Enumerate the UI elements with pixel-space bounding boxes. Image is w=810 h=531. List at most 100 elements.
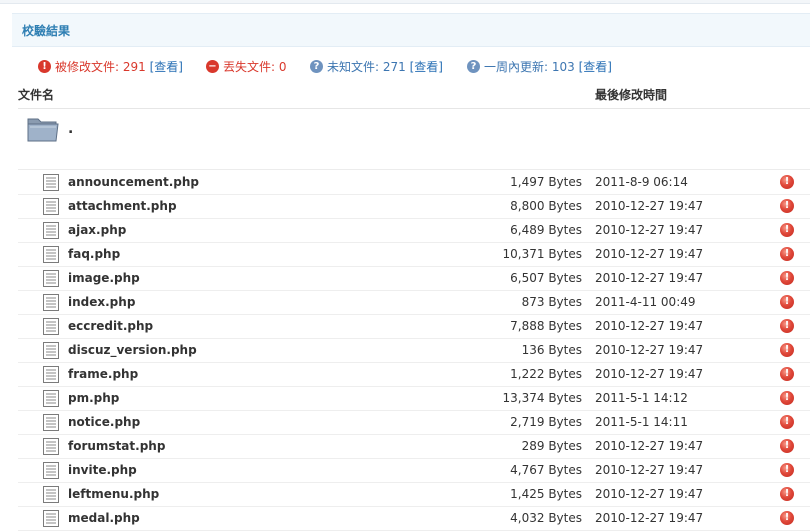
file-row[interactable]: index.php 873 Bytes 2011-4-11 00:49!: [18, 291, 810, 315]
file-size: 4,767 Bytes: [510, 463, 582, 477]
file-size: 8,800 Bytes: [510, 199, 582, 213]
help-icon: ?: [467, 60, 480, 73]
file-row[interactable]: eccredit.php 7,888 Bytes 2010-12-27 19:47!: [18, 315, 810, 339]
alert-circle-icon: !: [780, 487, 794, 501]
file-name: leftmenu.php: [68, 487, 160, 501]
file-modified-time: 2010-12-27 19:47: [595, 271, 704, 285]
alert-circle-icon: !: [780, 439, 794, 453]
alert-circle-icon: !: [780, 247, 794, 261]
folder-icon: [27, 118, 59, 142]
file-size: 6,507 Bytes: [510, 271, 582, 285]
file-row[interactable]: pm.php 13,374 Bytes 2011-5-1 14:12!: [18, 387, 810, 411]
document-icon: [43, 366, 59, 383]
alert-circle-icon: !: [780, 199, 794, 213]
panel-title: 校驗結果: [22, 24, 71, 38]
file-modified-time: 2011-4-11 00:49: [595, 295, 696, 309]
document-icon: [43, 486, 59, 503]
file-row[interactable]: frame.php 1,222 Bytes 2010-12-27 19:47!: [18, 363, 810, 387]
alert-circle-icon: !: [780, 415, 794, 429]
help-icon: ?: [310, 60, 323, 73]
file-size: 136 Bytes: [521, 343, 582, 357]
alert-circle-icon: !: [780, 343, 794, 357]
file-modified-time: 2011-5-1 14:12: [595, 391, 688, 405]
file-row[interactable]: medal.php 4,032 Bytes 2010-12-27 19:47!: [18, 507, 810, 531]
document-icon: [43, 414, 59, 431]
file-name: frame.php: [68, 367, 139, 381]
file-row[interactable]: attachment.php 8,800 Bytes 2010-12-27 19:4…: [18, 195, 810, 219]
document-icon: [43, 390, 59, 407]
file-modified-time: 2011-8-9 06:14: [595, 175, 688, 189]
file-modified-time: 2010-12-27 19:47: [595, 511, 704, 525]
file-row[interactable]: discuz_version.php 136 Bytes 2010-12-27 19…: [18, 339, 810, 363]
file-modified-time: 2010-12-27 19:47: [595, 247, 704, 261]
file-name: attachment.php: [68, 199, 177, 213]
file-row[interactable]: forumstat.php 289 Bytes 2010-12-27 19:47!: [18, 435, 810, 459]
file-modified-time: 2010-12-27 19:47: [595, 367, 704, 381]
file-name: eccredit.php: [68, 319, 154, 333]
folder-row[interactable]: .: [18, 109, 810, 170]
file-size: 6,489 Bytes: [510, 223, 582, 237]
document-icon: [43, 510, 59, 527]
unknown-files-count: 未知文件: 271: [327, 60, 406, 74]
file-modified-time: 2010-12-27 19:47: [595, 319, 704, 333]
file-name: medal.php: [68, 511, 140, 525]
alert-circle-icon: !: [780, 463, 794, 477]
file-row[interactable]: image.php 6,507 Bytes 2010-12-27 19:47!: [18, 267, 810, 291]
file-row[interactable]: ajax.php 6,489 Bytes 2010-12-27 19:47!: [18, 219, 810, 243]
file-name: pm.php: [68, 391, 120, 405]
file-modified-time: 2010-12-27 19:47: [595, 199, 704, 213]
table-header: 文件名 最後修改時間: [18, 86, 810, 109]
view-weekly-link[interactable]: [查看]: [579, 60, 612, 74]
alert-icon: !: [38, 60, 51, 73]
file-row[interactable]: notice.php 2,719 Bytes 2011-5-1 14:11!: [18, 411, 810, 435]
folder-name: .: [68, 121, 74, 137]
document-icon: [43, 318, 59, 335]
document-icon: [43, 246, 59, 263]
file-modified-time: 2010-12-27 19:47: [595, 343, 704, 357]
alert-circle-icon: !: [780, 223, 794, 237]
file-size: 1,425 Bytes: [510, 487, 582, 501]
file-name: image.php: [68, 271, 140, 285]
file-row[interactable]: leftmenu.php 1,425 Bytes 2010-12-27 19:47!: [18, 483, 810, 507]
file-modified-time: 2011-5-1 14:11: [595, 415, 688, 429]
document-icon: [43, 438, 59, 455]
file-modified-time: 2010-12-27 19:47: [595, 463, 704, 477]
file-name: announcement.php: [68, 175, 199, 189]
file-modified-time: 2010-12-27 19:47: [595, 439, 704, 453]
file-list: announcement.php 1,497 Bytes 2011-8-9 06:1…: [18, 171, 810, 531]
file-name: index.php: [68, 295, 136, 309]
file-size: 13,374 Bytes: [502, 391, 582, 405]
file-modified-time: 2010-12-27 19:47: [595, 487, 704, 501]
top-border: [0, 0, 810, 4]
file-size: 4,032 Bytes: [510, 511, 582, 525]
column-header-modified-time: 最後修改時間: [595, 88, 668, 102]
weekly-updates-count: 一周內更新: 103: [484, 60, 575, 74]
document-icon: [43, 294, 59, 311]
document-icon: [43, 270, 59, 287]
file-size: 289 Bytes: [521, 439, 582, 453]
file-row[interactable]: announcement.php 1,497 Bytes 2011-8-9 06:1…: [18, 171, 810, 195]
alert-circle-icon: !: [780, 367, 794, 381]
missing-files-count: 丟失文件: 0: [223, 60, 287, 74]
file-size: 10,371 Bytes: [502, 247, 582, 261]
document-icon: [43, 222, 59, 239]
document-icon: [43, 174, 59, 191]
file-name: notice.php: [68, 415, 141, 429]
alert-circle-icon: !: [780, 391, 794, 405]
file-modified-time: 2010-12-27 19:47: [595, 223, 704, 237]
document-icon: [43, 462, 59, 479]
document-icon: [43, 198, 59, 215]
file-name: invite.php: [68, 463, 137, 477]
file-name: faq.php: [68, 247, 121, 261]
file-row[interactable]: faq.php 10,371 Bytes 2010-12-27 19:47!: [18, 243, 810, 267]
file-size: 1,222 Bytes: [510, 367, 582, 381]
file-row[interactable]: invite.php 4,767 Bytes 2010-12-27 19:47!: [18, 459, 810, 483]
view-unknown-link[interactable]: [查看]: [410, 60, 443, 74]
file-name: discuz_version.php: [68, 343, 197, 357]
column-header-filename: 文件名: [18, 88, 55, 102]
alert-circle-icon: !: [780, 175, 794, 189]
file-name: forumstat.php: [68, 439, 166, 453]
alert-circle-icon: !: [780, 319, 794, 333]
modified-files-count: 被修改文件: 291: [55, 60, 146, 74]
view-modified-link[interactable]: [查看]: [150, 60, 183, 74]
